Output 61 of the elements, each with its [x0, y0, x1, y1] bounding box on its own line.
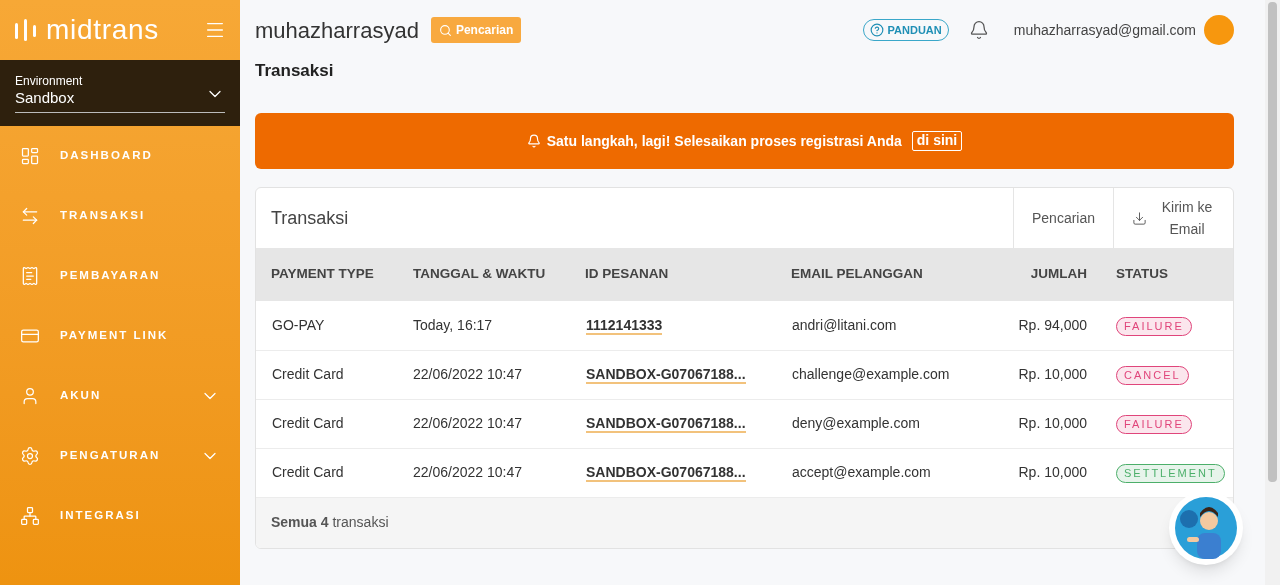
table-cell: Rp. 94,000 [971, 301, 1101, 350]
settings-icon [20, 446, 40, 466]
status-badge: FAILURE [1116, 415, 1192, 434]
column-header: EMAIL PELANGGAN [776, 248, 971, 301]
table-cell: 22/06/2022 10:47 [398, 350, 570, 399]
table-cell: Rp. 10,000 [971, 350, 1101, 399]
network-icon [20, 506, 40, 526]
table-cell: andri@litani.com [776, 301, 971, 350]
table-cell: accept@example.com [776, 448, 971, 497]
download-icon [1132, 210, 1147, 226]
order-id-link[interactable]: 1112141333 [586, 316, 663, 335]
table-cell: 22/06/2022 10:47 [398, 448, 570, 497]
help-icon [869, 23, 884, 37]
table-cell: Credit Card [256, 399, 398, 448]
column-header: JUMLAH [971, 248, 1101, 301]
transaction-count: Semua 4 transaksi [271, 513, 389, 532]
table-cell: deny@example.com [776, 399, 971, 448]
order-id-link[interactable]: SANDBOX-G07067188... [586, 366, 746, 384]
card-title: Transaksi [270, 206, 350, 230]
column-header: ID PESANAN [570, 248, 776, 301]
user-email: muhazharrasyad@gmail.com [1013, 20, 1196, 40]
environment-value: Sandbox [15, 89, 76, 108]
receipt-icon [20, 266, 40, 286]
environment-label: Environment [15, 74, 83, 89]
table-cell: Rp. 10,000 [971, 448, 1101, 497]
sidebar-item[interactable]: PENGATURAN [0, 426, 240, 486]
status-badge: FAILURE [1116, 316, 1192, 336]
status-badge: SETTLEMENT [1116, 464, 1225, 483]
bell-icon [526, 134, 541, 148]
chat-assistant-button[interactable] [1169, 491, 1243, 565]
merchant-name: muhazharrasyad [255, 16, 419, 45]
order-id-link[interactable]: SANDBOX-G07067188... [586, 464, 746, 482]
environment-selector[interactable]: Environment Sandbox [0, 60, 240, 126]
sidebar-item[interactable]: DASHBOARD [0, 126, 240, 186]
column-header: PAYMENT TYPE [256, 248, 398, 301]
table-cell: Credit Card [256, 350, 398, 399]
sidebar-item[interactable]: TRANSAKSI [0, 186, 240, 246]
column-header: TANGGAL & WAKTU [398, 248, 570, 301]
sidebar-item[interactable]: AKUN [0, 366, 240, 426]
table-cell: 22/06/2022 10:47 [398, 399, 570, 448]
logo-text: midtrans [46, 16, 159, 44]
dashboard-icon [20, 146, 40, 166]
table-cell: Today, 16:17 [398, 301, 570, 350]
table-cell: Credit Card [256, 448, 398, 497]
table-cell: challenge@example.com [776, 350, 971, 399]
page-title: Transaksi [255, 62, 335, 79]
order-id-link[interactable]: SANDBOX-G07067188... [586, 415, 746, 433]
table-cell: Rp. 10,000 [971, 399, 1101, 448]
table-cell: GO-PAY [256, 301, 398, 350]
column-header: STATUS [1101, 248, 1233, 301]
sidebar-item[interactable]: PAYMENT LINK [0, 306, 240, 366]
exchange-icon [20, 206, 40, 226]
sidebar-item[interactable]: INTEGRASI [0, 486, 240, 546]
status-badge: CANCEL [1116, 366, 1189, 385]
banner-link[interactable]: di sini [911, 131, 963, 151]
sidebar-item[interactable]: PEMBAYARAN [0, 246, 240, 306]
search-button[interactable]: Pencarian [430, 17, 522, 43]
banner-text: Satu langkah, lagi! Selesaikan proses registrasi Anda [546, 131, 902, 151]
logo-icon [14, 17, 38, 43]
search-icon [438, 23, 452, 37]
bell-icon[interactable] [968, 20, 989, 40]
